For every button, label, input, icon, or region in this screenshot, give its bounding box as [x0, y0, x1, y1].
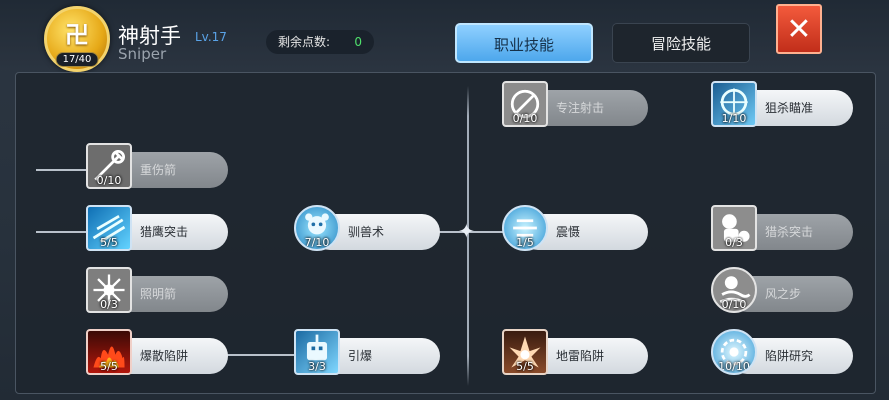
class-badge[interactable]: 卍 17/40 [44, 6, 110, 72]
skill-node-c3r4[interactable]: 地雷陷阱 5/5 [502, 329, 648, 375]
skill-level: 0/10 [721, 298, 747, 311]
remaining-points-value: 0 [354, 35, 362, 49]
skill-level: 1/5 [516, 236, 534, 249]
skill-window: 卍 17/40 神射手 Lv.17 Sniper 剩余点数: 0 职业技能 冒险… [0, 0, 889, 400]
skill-node-c1r3[interactable]: 照明箭 0/3 [86, 267, 228, 313]
class-name-en: Sniper [118, 45, 167, 63]
skill-node-c2r4[interactable]: 引爆 3/3 [294, 329, 440, 375]
tab-adventure-skills[interactable]: 冒险技能 [612, 23, 750, 63]
tab-job-skills[interactable]: 职业技能 [455, 23, 593, 63]
focus-shot-icon: 0/10 [502, 81, 548, 127]
falcon-icon: 5/5 [86, 205, 132, 251]
skill-level: 5/5 [516, 360, 534, 373]
header: 卍 17/40 神射手 Lv.17 Sniper 剩余点数: 0 职业技能 冒险… [0, 0, 889, 72]
junction-star-icon: ✦ [458, 219, 475, 243]
skill-node-c4r4[interactable]: 陷阱研究 10/10 [711, 329, 853, 375]
detonate-icon: 3/3 [294, 329, 340, 375]
skill-level: 5/5 [100, 236, 118, 249]
skill-level: 0/3 [725, 236, 743, 249]
connector-line [226, 354, 298, 356]
skill-node-c4r0[interactable]: 狙杀瞄准 1/10 [711, 81, 853, 127]
class-level-progress: 17/40 [55, 52, 99, 67]
connector-line [36, 169, 88, 171]
skill-node-c3r2[interactable]: 震慑 1/5 [502, 205, 648, 251]
connector-line [36, 231, 88, 233]
skill-node-c3r0[interactable]: 专注射击 0/10 [502, 81, 648, 127]
fire-trap-icon: 5/5 [86, 329, 132, 375]
skill-node-c1r2[interactable]: 猎鹰突击 5/5 [86, 205, 228, 251]
skill-node-c4r3[interactable]: 风之步 0/10 [711, 267, 853, 313]
landmine-icon: 5/5 [502, 329, 548, 375]
skill-node-c1r4[interactable]: 爆散陷阱 5/5 [86, 329, 228, 375]
flash-icon: 0/3 [86, 267, 132, 313]
beast-icon: 7/10 [294, 205, 340, 251]
scope-icon: 1/10 [711, 81, 757, 127]
trap-research-icon: 10/10 [711, 329, 757, 375]
skill-node-c2r2[interactable]: 驯兽术 7/10 [294, 205, 440, 251]
close-button[interactable]: ✕ [776, 4, 822, 54]
skill-node-c1r1[interactable]: 重伤箭 0/10 [86, 143, 228, 189]
class-level: Lv.17 [195, 30, 227, 44]
skill-level: 10/10 [718, 360, 750, 373]
class-emblem-icon: 卍 [65, 21, 89, 49]
skill-level: 1/10 [721, 112, 747, 125]
skill-level: 5/5 [100, 360, 118, 373]
skill-level: 0/10 [96, 174, 122, 187]
arrow-burst-icon: 0/10 [86, 143, 132, 189]
skill-level: 7/10 [304, 236, 330, 249]
wind-step-icon: 0/10 [711, 267, 757, 313]
remaining-points: 剩余点数: 0 [266, 30, 374, 54]
skill-node-c4r2[interactable]: 猎杀突击 0/3 [711, 205, 853, 251]
shock-icon: 1/5 [502, 205, 548, 251]
remaining-points-label: 剩余点数: [278, 35, 331, 49]
skill-level: 0/3 [100, 298, 118, 311]
skill-level: 0/10 [512, 112, 538, 125]
hunt-strike-icon: 0/3 [711, 205, 757, 251]
skill-level: 3/3 [308, 360, 326, 373]
